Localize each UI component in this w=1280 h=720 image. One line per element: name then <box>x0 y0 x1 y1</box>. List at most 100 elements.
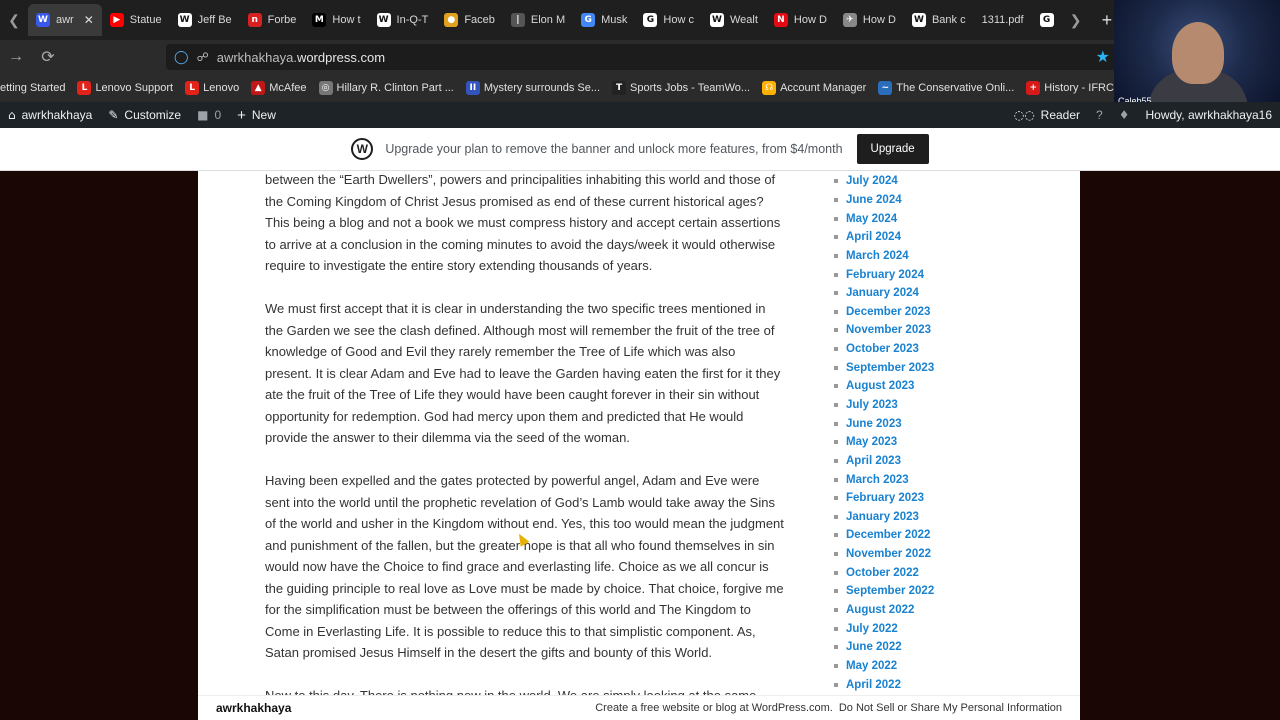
new-tab-button[interactable]: + <box>1102 10 1113 31</box>
google-icon: G <box>1039 13 1054 27</box>
tab-scroll-right-icon[interactable]: ❯ <box>1062 0 1090 40</box>
archive-link[interactable]: July 2022 <box>834 619 1054 638</box>
globe-icon: ◎ <box>318 81 333 95</box>
browser-tab[interactable]: G How c <box>635 4 702 36</box>
archive-link[interactable]: May 2022 <box>834 657 1054 676</box>
admin-site-link[interactable]: ⌂ awrkhakhaya <box>0 108 100 122</box>
archive-link[interactable]: November 2022 <box>834 545 1054 564</box>
bookmark-item[interactable]: ▲ McAfee <box>251 81 307 95</box>
browser-tab[interactable]: ● Faceb <box>436 4 503 36</box>
bookmark-label: Sports Jobs - TeamWo... <box>630 82 751 94</box>
tab-scroll-left-icon[interactable]: ❮ <box>0 0 28 40</box>
bookmark-label: Account Manager <box>780 82 867 94</box>
bookmark-item[interactable]: II Mystery surrounds Se... <box>465 81 601 95</box>
archive-link[interactable]: December 2023 <box>834 302 1054 321</box>
browser-tab[interactable]: W Bank c <box>904 4 974 36</box>
bookmark-label: Mystery surrounds Se... <box>483 82 601 94</box>
brush-icon: ✎ <box>108 108 119 122</box>
archive-link[interactable]: April 2024 <box>834 228 1054 247</box>
archive-link[interactable]: April 2022 <box>834 675 1054 694</box>
notification-bell-icon[interactable]: ♦ <box>1111 108 1138 122</box>
bookmark-item[interactable]: ☊ Account Manager <box>762 81 866 95</box>
archive-link[interactable]: August 2022 <box>834 601 1054 620</box>
archive-link[interactable]: July 2023 <box>834 396 1054 415</box>
archive-link[interactable]: June 2022 <box>834 638 1054 657</box>
bookmark-label: Lenovo <box>203 82 240 94</box>
browser-tab-label: How c <box>663 14 694 26</box>
browser-tab-label: Faceb <box>464 14 495 26</box>
browser-tab-label: Musk <box>601 14 628 26</box>
admin-reader-label: Reader <box>1040 108 1081 122</box>
admin-right-group: ◌◌ Reader ? ♦ Howdy, awrkhakhaya16 <box>1006 102 1280 128</box>
admin-reader-link[interactable]: ◌◌ Reader <box>1006 108 1088 122</box>
archive-link[interactable]: June 2023 <box>834 414 1054 433</box>
bookmark-star-icon[interactable]: ★ <box>1096 47 1110 66</box>
browser-tab[interactable]: M How t <box>304 4 368 36</box>
browser-tab[interactable]: 1311.pdf <box>974 4 1032 36</box>
archive-link[interactable]: September 2023 <box>834 358 1054 377</box>
browser-tab[interactable]: W Jeff Be <box>170 4 240 36</box>
wordpress-icon: W <box>36 13 50 27</box>
admin-new-link[interactable]: + New <box>229 107 284 124</box>
archive-link[interactable]: May 2023 <box>834 433 1054 452</box>
bookmark-item[interactable]: ~ The Conservative Onli... <box>878 81 1014 95</box>
medium-icon: M <box>312 13 327 27</box>
post-paragraph: Having been expelled and the gates prote… <box>265 473 784 660</box>
bookmark-label: History - IFRC <box>1044 82 1114 94</box>
upgrade-button[interactable]: Upgrade <box>856 134 929 164</box>
footer-links: Create a free website or blog at WordPre… <box>595 702 1062 714</box>
post-body: between the “Earth Dwellers”, powers and… <box>265 171 785 720</box>
archive-link[interactable]: April 2023 <box>834 452 1054 471</box>
archive-link[interactable]: December 2022 <box>834 526 1054 545</box>
archive-link[interactable]: October 2023 <box>834 340 1054 359</box>
browser-tab[interactable]: G Musk <box>573 4 635 36</box>
admin-howdy-link[interactable]: Howdy, awrkhakhaya16 <box>1137 108 1280 122</box>
bookmark-item[interactable]: ◎ Hillary R. Clinton Part ... <box>318 81 454 95</box>
tab-close-icon[interactable]: ✕ <box>84 13 94 27</box>
bookmark-label: McAfee <box>269 82 307 94</box>
browser-tab[interactable]: ✈ How D <box>835 4 904 36</box>
home-icon: ⌂ <box>8 108 16 122</box>
bookmark-item[interactable]: L Lenovo <box>185 81 239 95</box>
archive-link[interactable]: March 2023 <box>834 470 1054 489</box>
browser-tab[interactable]: W Wealt <box>702 4 766 36</box>
archive-link[interactable]: May 2024 <box>834 209 1054 228</box>
footer-site-link[interactable]: awrkhakhaya <box>216 701 291 715</box>
archive-link[interactable]: July 2024 <box>834 172 1054 191</box>
admin-customize-link[interactable]: ✎ Customize <box>100 108 189 122</box>
archive-link[interactable]: January 2023 <box>834 508 1054 527</box>
bookmark-item[interactable]: + History - IFRC <box>1026 81 1114 95</box>
browser-tab[interactable]: W In-Q-T <box>369 4 437 36</box>
admin-comments-link[interactable]: ■ 0 <box>189 108 229 122</box>
archive-link[interactable]: November 2023 <box>834 321 1054 340</box>
footer-privacy-link[interactable]: Do Not Sell or Share My Personal Informa… <box>839 702 1062 714</box>
browser-tab[interactable]: ▶ Statue <box>102 4 170 36</box>
reader-icon: ◌◌ <box>1013 108 1035 122</box>
bookmark-item[interactable]: etting Started <box>0 82 65 94</box>
archive-link[interactable]: February 2023 <box>834 489 1054 508</box>
help-icon[interactable]: ? <box>1088 108 1111 122</box>
browser-tab[interactable]: Wawr ✕ <box>28 4 102 36</box>
archive-link[interactable]: August 2023 <box>834 377 1054 396</box>
footer-create-link[interactable]: Create a free website or blog at WordPre… <box>595 702 833 714</box>
bookmark-item[interactable]: L Lenovo Support <box>77 81 173 95</box>
browser-tab[interactable]: N How D <box>766 4 835 36</box>
browser-tab[interactable]: | Elon M <box>503 4 573 36</box>
forward-icon[interactable]: → <box>0 48 32 66</box>
archive-link[interactable]: January 2024 <box>834 284 1054 303</box>
archive-link[interactable]: October 2022 <box>834 563 1054 582</box>
browser-tab[interactable]: G <box>1032 4 1062 36</box>
browser-tab-label: Jeff Be <box>197 14 232 26</box>
headset-icon: ☊ <box>762 81 777 95</box>
bookmark-label: The Conservative Onli... <box>896 82 1015 94</box>
browser-tab[interactable]: n Forbe <box>240 4 305 36</box>
plus-icon: + <box>237 106 246 124</box>
address-bar[interactable]: ◯ ☍ awrkhakhaya.wordpress.com ★ <box>166 44 1116 70</box>
reload-icon[interactable]: ⟳ <box>32 47 64 67</box>
bookmark-item[interactable]: T Sports Jobs - TeamWo... <box>612 81 750 95</box>
archive-link[interactable]: September 2022 <box>834 582 1054 601</box>
generic-icon: ~ <box>878 81 893 95</box>
archive-link[interactable]: February 2024 <box>834 265 1054 284</box>
archive-link[interactable]: March 2024 <box>834 247 1054 266</box>
archive-link[interactable]: June 2024 <box>834 191 1054 210</box>
